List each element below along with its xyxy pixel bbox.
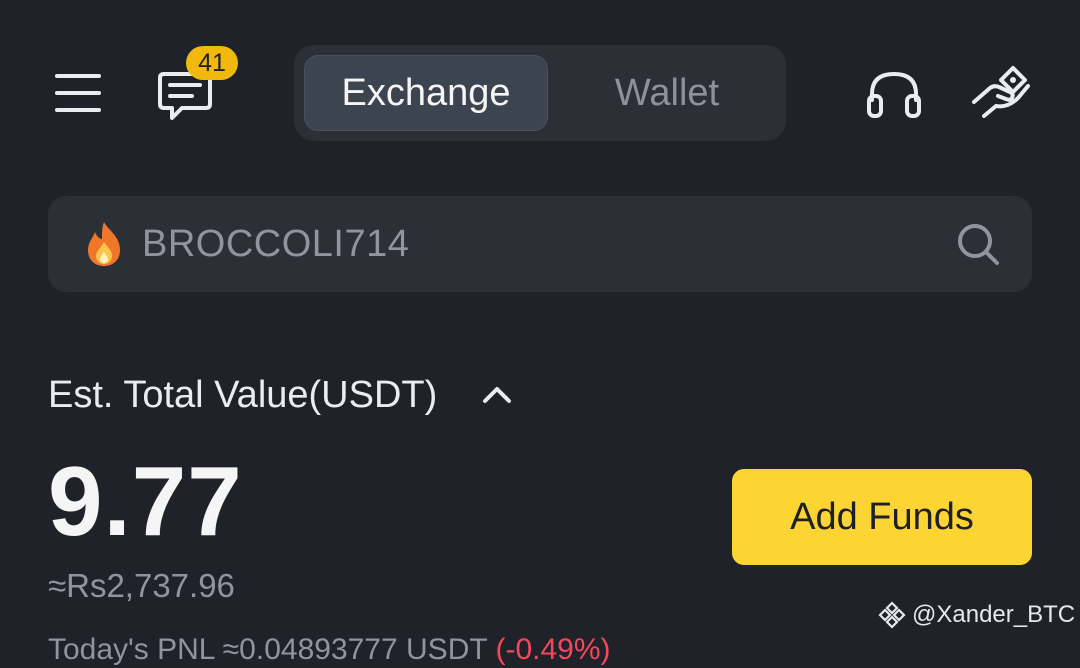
pnl-value: ≈0.04893777 USDT — [222, 633, 488, 666]
tab-wallet[interactable]: Wallet — [556, 55, 778, 131]
binance-logo-icon — [878, 601, 906, 629]
pnl-label: Today's PNL — [48, 633, 215, 666]
search-bar[interactable]: BROCCOLI714 — [48, 196, 1032, 292]
menu-button[interactable] — [52, 68, 104, 118]
estimated-total-label: Est. Total Value(USDT) — [48, 374, 438, 416]
total-balance-value: 9.77 — [48, 446, 243, 556]
fiat-balance-value: ≈Rs2,737.96 — [48, 567, 235, 604]
messages-badge: 41 — [186, 46, 238, 80]
todays-pnl-row[interactable]: Today's PNL ≈0.04893777 USDT (-0.49%) — [48, 632, 611, 668]
customer-support-button[interactable] — [862, 66, 926, 124]
tab-exchange[interactable]: Exchange — [304, 55, 548, 131]
pnl-percent: (-0.49%) — [495, 633, 611, 666]
fire-icon — [88, 222, 120, 266]
watermark: @Xander_BTC — [878, 598, 1075, 632]
watermark-text: @Xander_BTC — [912, 601, 1076, 628]
hand-gift-icon — [972, 66, 1030, 118]
add-funds-button[interactable]: Add Funds — [732, 469, 1032, 565]
search-input[interactable]: BROCCOLI714 — [142, 196, 409, 292]
chevron-up-icon[interactable] — [482, 380, 512, 410]
referral-button[interactable] — [968, 62, 1036, 126]
exchange-wallet-switch: Exchange Wallet — [294, 45, 786, 141]
headset-icon — [867, 71, 921, 118]
search-icon[interactable] — [954, 220, 1002, 268]
hamburger-menu-icon — [55, 74, 101, 112]
